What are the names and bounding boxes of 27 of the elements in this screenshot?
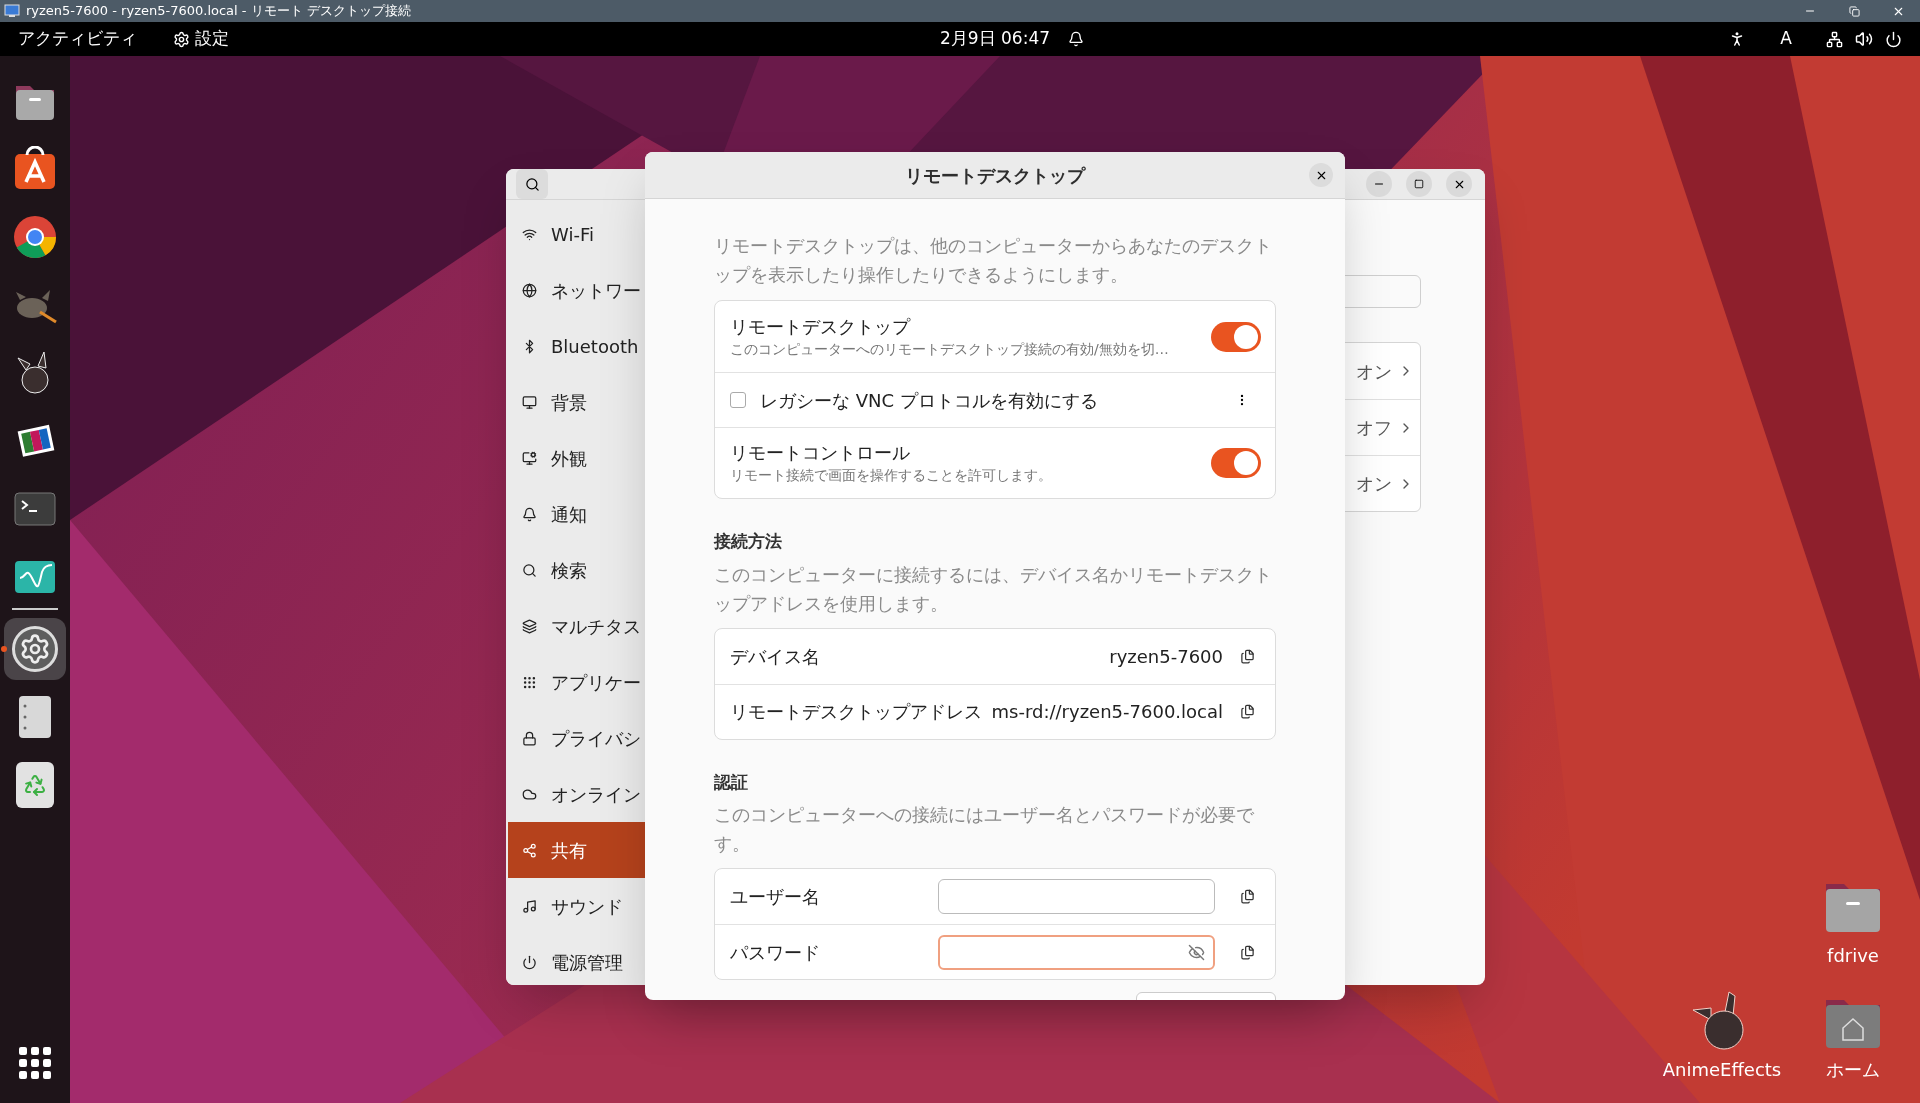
input-method-indicator[interactable]: A bbox=[1780, 26, 1792, 52]
activities-button[interactable]: アクティビティ bbox=[18, 26, 137, 52]
app-menu-button[interactable]: 設定 bbox=[173, 26, 229, 52]
row-label: デバイス名 bbox=[730, 644, 820, 669]
checkbox-label: レガシーな VNC プロトコルを有効にする bbox=[760, 388, 1099, 413]
icon-label: fdrive bbox=[1827, 944, 1879, 968]
clock[interactable]: 2月9日 06:47 bbox=[940, 26, 1051, 52]
status-value: オン bbox=[1356, 472, 1392, 496]
icon-label: AnimeEffects bbox=[1662, 1058, 1782, 1082]
icon-label: ホーム bbox=[1826, 1058, 1880, 1082]
status-value: オン bbox=[1356, 359, 1392, 384]
row-subtitle: リモート接続で画面を操作することを許可します。 bbox=[730, 466, 1053, 485]
row-value: ms-rd://ryzen5-7600.local bbox=[991, 700, 1223, 724]
section-description: このコンピューターに接続するには、デバイス名かリモートデスクトップアドレスを使用します。 bbox=[714, 562, 1273, 616]
row-title: リモートデスクトップ bbox=[730, 314, 912, 339]
row-subtitle: このコンピューターへのリモートデスクトップ接続の有効/無効を切… bbox=[730, 339, 1170, 359]
row-title: リモートコントロール bbox=[730, 441, 911, 465]
row-label: パスワード bbox=[730, 940, 821, 965]
section-heading: 認証 bbox=[714, 770, 749, 794]
dialog-title: リモートデスクトップ bbox=[905, 163, 1085, 188]
section-heading: 接続方法 bbox=[714, 530, 783, 553]
window-title: ryzen5-7600 - ryzen5-7600.local - リモート デスクトップ接続 bbox=[26, 2, 411, 21]
description: リモートデスクトップは、他のコンピューターからあなたのデスクトップを表示したり操作したりできるようにします。 bbox=[714, 234, 1273, 287]
row-value: ryzen5-7600 bbox=[1109, 644, 1223, 669]
status-value: オフ bbox=[1356, 416, 1392, 440]
row-label: リモートデスクトップアドレス bbox=[730, 700, 982, 724]
row-label: ユーザー名 bbox=[730, 885, 821, 909]
